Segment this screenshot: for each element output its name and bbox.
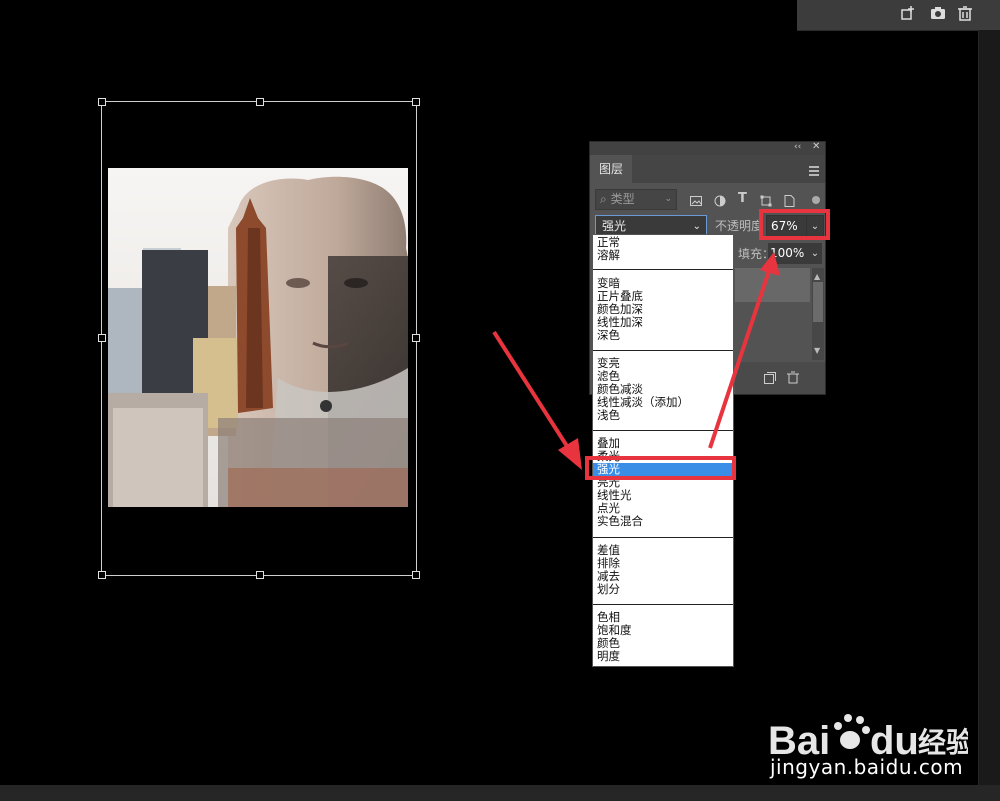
blend-option-divide[interactable]: 划分 <box>593 583 733 596</box>
panel-tab-strip <box>632 155 825 183</box>
panel-menu-icon[interactable] <box>808 162 820 181</box>
filter-toggle-icon[interactable] <box>811 190 821 209</box>
menu-divider <box>593 604 733 605</box>
canvas-artwork[interactable] <box>108 168 408 507</box>
chevron-down-icon: ⌄ <box>664 194 672 204</box>
top-panel-strip <box>797 0 1000 31</box>
collapse-icon[interactable]: ‹‹ <box>794 142 801 152</box>
transform-handle[interactable] <box>98 571 106 579</box>
transform-handle[interactable] <box>412 334 420 342</box>
transform-handle[interactable] <box>98 334 106 342</box>
highlight-box-opacity <box>759 209 830 240</box>
tab-layers[interactable]: 图层 <box>590 155 633 183</box>
blend-option-hard-mix[interactable]: 实色混合 <box>593 515 733 528</box>
annotation-arrows <box>492 252 780 470</box>
close-icon[interactable]: ✕ <box>812 141 820 152</box>
adjustment-filter-icon[interactable] <box>714 192 726 211</box>
panel-titlebar: ‹‹ ✕ <box>590 141 825 155</box>
blend-mode-value: 强光 <box>602 219 627 233</box>
blend-option-luminosity[interactable]: 明度 <box>593 650 733 663</box>
menu-divider <box>593 537 733 538</box>
transform-handle[interactable] <box>412 98 420 106</box>
camera-icon[interactable] <box>930 5 946 21</box>
filter-label: 类型 <box>610 192 635 206</box>
opacity-label: 不透明度 <box>715 219 764 233</box>
transform-handle[interactable] <box>98 98 106 106</box>
status-bar <box>0 785 1000 801</box>
watermark-url: jingyan.baidu.com <box>770 755 964 779</box>
text-filter-icon[interactable]: T <box>738 191 747 206</box>
transform-handle[interactable] <box>256 98 264 106</box>
trash-icon[interactable] <box>957 5 973 21</box>
transform-handle[interactable] <box>256 571 264 579</box>
add-layer-icon[interactable] <box>900 5 916 21</box>
layer-filter-select[interactable]: ⌕ 类型 ⌄ <box>595 189 677 210</box>
right-panel-divider <box>978 30 1000 785</box>
image-filter-icon[interactable] <box>690 192 702 211</box>
search-icon: ⌕ <box>600 192 607 206</box>
transform-handle[interactable] <box>412 571 420 579</box>
